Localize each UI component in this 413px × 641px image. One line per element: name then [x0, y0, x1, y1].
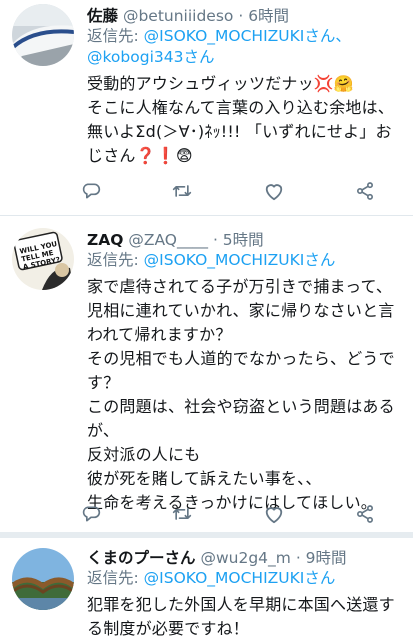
reply-mention[interactable]: @kobogi343さん: [87, 48, 214, 66]
tweet-text: 受動的アウシュヴィッツだナッ💢🤗 そこに人権なんて言葉の入り込む余地は、無いよΣ…: [87, 74, 395, 165]
like-icon: [265, 507, 282, 524]
avatar[interactable]: WILL YOU TELL ME A STORY?: [12, 228, 74, 290]
share-button[interactable]: [352, 178, 378, 204]
user-handle[interactable]: @betuniiideso: [123, 7, 233, 25]
reply-context: 返信先: @ISOKO_MOCHIZUKIさん、 @kobogi343さん: [87, 26, 405, 68]
display-name[interactable]: ZAQ: [87, 231, 123, 249]
reply-prefix: 返信先:: [87, 251, 144, 269]
tweet[interactable]: くまのプーさん @wu2g4_m · 9時間 返信先: @ISOKO_MOCHI…: [0, 538, 413, 640]
share-button[interactable]: [352, 501, 378, 527]
reply-icon: [82, 183, 101, 199]
reply-prefix: 返信先:: [87, 569, 144, 587]
tweet-actions: [78, 178, 378, 204]
share-icon: [356, 505, 373, 523]
timestamp[interactable]: · 5時間: [213, 231, 264, 249]
tweet-text: 犯罪を犯した外国人を早期に本国へ送還する制度が必要ですね！: [87, 595, 395, 638]
tweet-actions: [78, 501, 378, 527]
reply-context: 返信先: @ISOKO_MOCHIZUKIさん: [87, 568, 405, 589]
reply-mention[interactable]: @ISOKO_MOCHIZUKIさん: [144, 251, 336, 269]
tweet-header: ZAQ @ZAQ____ · 5時間: [87, 230, 405, 250]
tweet-header: 佐藤 @betuniiideso · 6時間: [87, 6, 405, 26]
retweet-icon: [173, 185, 192, 197]
reply-prefix: 返信先:: [87, 27, 144, 45]
retweet-icon: [173, 508, 192, 520]
user-handle[interactable]: @wu2g4_m: [200, 549, 290, 567]
tweet[interactable]: WILL YOU TELL ME A STORY? ZAQ @ZAQ____ ·…: [0, 216, 413, 532]
display-name[interactable]: 佐藤: [87, 7, 118, 25]
retweet-button[interactable]: [169, 178, 195, 204]
avatar[interactable]: [12, 548, 74, 610]
tweet-text: 家で虐待されてる子が万引きで捕まって、児相に連れていかれ、家に帰りなさいと言われ…: [87, 277, 395, 512]
reply-button[interactable]: [78, 178, 104, 204]
tweet[interactable]: 佐藤 @betuniiideso · 6時間 返信先: @ISOKO_MOCHI…: [0, 0, 413, 215]
like-button[interactable]: [261, 501, 287, 527]
reply-icon: [82, 506, 101, 522]
user-handle[interactable]: @ZAQ____: [128, 231, 208, 249]
share-icon: [356, 182, 373, 200]
reply-context: 返信先: @ISOKO_MOCHIZUKIさん: [87, 250, 405, 271]
retweet-button[interactable]: [169, 501, 195, 527]
tweet-header: くまのプーさん @wu2g4_m · 9時間: [87, 548, 405, 568]
reply-mention[interactable]: @ISOKO_MOCHIZUKIさん、: [144, 27, 351, 45]
timestamp[interactable]: · 9時間: [296, 549, 347, 567]
timestamp[interactable]: · 6時間: [238, 7, 289, 25]
reply-button[interactable]: [78, 501, 104, 527]
like-icon: [265, 184, 282, 201]
display-name[interactable]: くまのプーさん: [87, 549, 196, 567]
avatar[interactable]: [12, 4, 74, 66]
like-button[interactable]: [261, 178, 287, 204]
reply-mention[interactable]: @ISOKO_MOCHIZUKIさん: [144, 569, 336, 587]
